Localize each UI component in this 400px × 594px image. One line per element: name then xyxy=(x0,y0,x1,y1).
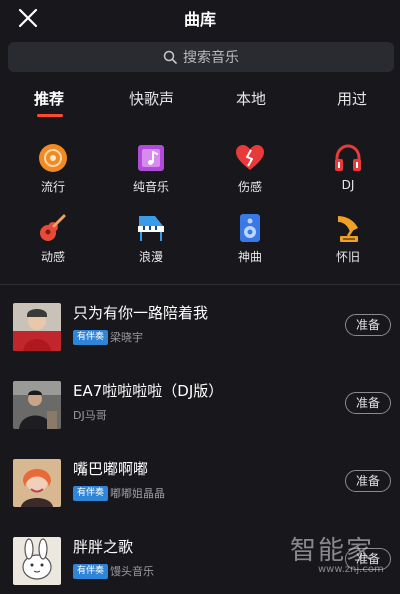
broken-heart-icon xyxy=(236,145,264,170)
category-hits[interactable]: 神曲 xyxy=(218,212,282,265)
category-romantic[interactable]: 浪漫 xyxy=(119,212,183,265)
category-label: 流行 xyxy=(40,180,65,194)
prepare-button[interactable]: 准备 xyxy=(345,470,391,492)
gramophone-icon xyxy=(338,216,358,242)
song-artist: 梁晓宇 xyxy=(110,331,143,344)
song-artist: 嘟嘟姐晶晶 xyxy=(110,487,165,500)
category-dynamic[interactable]: 动感 xyxy=(21,212,85,265)
headphones-icon xyxy=(335,144,361,171)
guitar-icon xyxy=(40,214,66,241)
song-row[interactable]: 只为有你一路陪着我 有伴奏 梁晓宇 准备 xyxy=(0,294,400,360)
search-placeholder: 搜索音乐 xyxy=(183,50,239,66)
album-cover xyxy=(13,381,61,429)
category-label: DJ xyxy=(341,178,355,192)
section-divider xyxy=(0,284,400,285)
active-tab-indicator xyxy=(37,114,63,117)
category-label: 神曲 xyxy=(237,250,262,264)
category-label: 浪漫 xyxy=(138,250,163,264)
speaker-icon xyxy=(240,214,260,242)
header: 曲库 xyxy=(0,0,400,36)
category-label: 纯音乐 xyxy=(132,180,169,194)
prepare-button[interactable]: 准备 xyxy=(345,392,391,414)
album-cover xyxy=(13,303,61,351)
category-label: 伤感 xyxy=(237,180,262,194)
tab-local[interactable]: 本地 xyxy=(236,88,266,109)
music-note-icon xyxy=(138,145,164,171)
song-title: 只为有你一路陪着我 xyxy=(73,304,209,322)
disc-icon xyxy=(39,144,67,172)
tab-recommend[interactable]: 推荐 xyxy=(34,88,64,109)
accompaniment-badge: 有伴奏 xyxy=(73,564,109,579)
album-cover xyxy=(13,459,61,507)
song-row[interactable]: EA7啦啦啦啦（DJ版） DJ马哥 准备 xyxy=(0,372,400,438)
song-row[interactable]: 胖胖之歌 有伴奏 馒头音乐 准备 xyxy=(0,528,400,594)
category-label: 怀旧 xyxy=(335,250,360,264)
tab-bar: 推荐 快歌声 本地 用过 xyxy=(0,88,400,116)
category-nostalgic[interactable]: 怀旧 xyxy=(316,212,380,265)
category-sad[interactable]: 伤感 xyxy=(218,142,282,195)
song-artist: 馒头音乐 xyxy=(110,565,154,578)
prepare-button[interactable]: 准备 xyxy=(345,548,391,570)
category-label: 动感 xyxy=(40,250,65,264)
album-cover xyxy=(13,537,61,585)
search-icon xyxy=(163,50,177,64)
tab-used[interactable]: 用过 xyxy=(337,88,367,109)
category-dj[interactable]: DJ xyxy=(316,142,380,192)
song-row[interactable]: 嘴巴嘟啊嘟 有伴奏 嘟嘟姐晶晶 准备 xyxy=(0,450,400,516)
song-title: EA7啦啦啦啦（DJ版） xyxy=(73,382,224,400)
category-pure-music[interactable]: 纯音乐 xyxy=(119,142,183,195)
prepare-button[interactable]: 准备 xyxy=(345,314,391,336)
piano-icon xyxy=(138,216,164,241)
category-pop[interactable]: 流行 xyxy=(21,142,85,195)
song-title: 胖胖之歌 xyxy=(73,538,134,556)
song-title: 嘴巴嘟啊嘟 xyxy=(73,460,149,478)
accompaniment-badge: 有伴奏 xyxy=(73,330,109,345)
search-bar[interactable]: 搜索音乐 xyxy=(8,42,394,72)
accompaniment-badge: 有伴奏 xyxy=(73,486,109,501)
song-artist: DJ马哥 xyxy=(73,409,107,422)
page-title: 曲库 xyxy=(183,10,216,29)
tab-fast-songs[interactable]: 快歌声 xyxy=(129,88,174,109)
